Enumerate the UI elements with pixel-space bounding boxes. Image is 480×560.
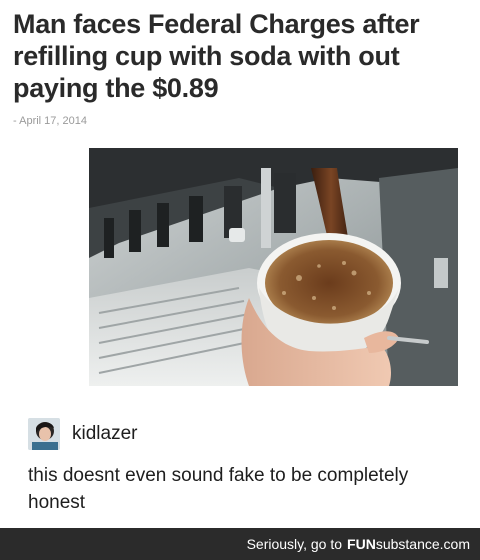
article-title: Man faces Federal Charges after refillin… (13, 9, 420, 103)
article-photo (89, 148, 458, 386)
username[interactable]: kidlazer (72, 423, 137, 445)
post-text: this doesnt even sound fake to be comple… (28, 465, 409, 513)
site-footer[interactable]: Seriously, go to FUN substance .com (0, 528, 480, 560)
footer-prefix: Seriously, go to (246, 536, 343, 552)
article-date: - April 17, 2014 (13, 115, 87, 127)
footer-brand-substance[interactable]: substance (376, 536, 440, 552)
footer-brand-domain[interactable]: .com (440, 536, 470, 552)
footer-brand-fun[interactable]: FUN (347, 536, 376, 552)
post-author[interactable]: kidlazer (28, 418, 137, 450)
user-avatar-icon[interactable] (28, 418, 60, 450)
soda-fountain-illustration (89, 148, 458, 386)
